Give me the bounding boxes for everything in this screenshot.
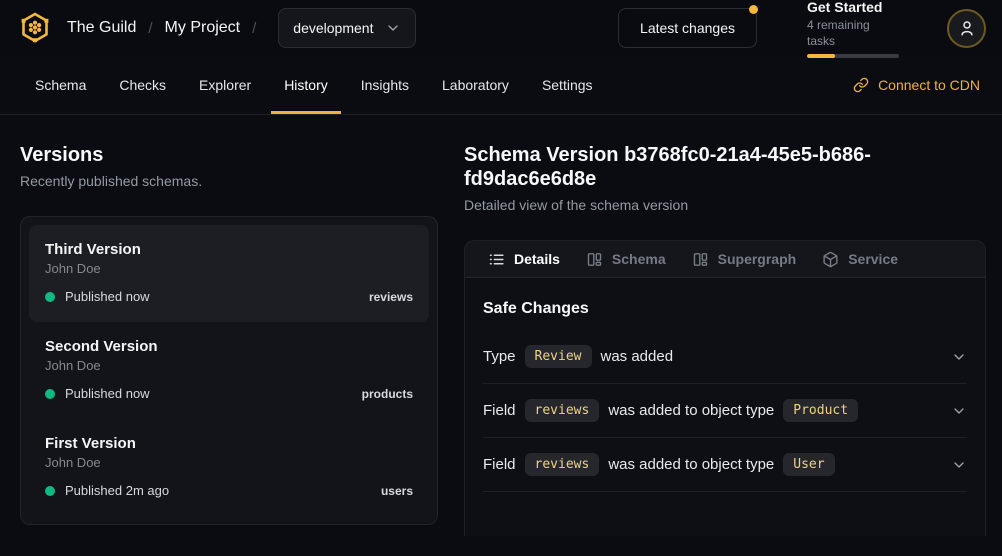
panels-icon — [692, 251, 709, 268]
version-author: John Doe — [45, 358, 413, 373]
safe-changes-heading: Safe Changes — [483, 300, 967, 318]
app-header: The Guild / My Project / development Lat… — [0, 0, 1002, 56]
published-status-text: Published now — [65, 386, 150, 401]
version-list-item[interactable]: Second Version John Doe Published now pr… — [29, 322, 429, 419]
version-author: John Doe — [45, 261, 413, 276]
versions-subtitle: Recently published schemas. — [20, 173, 438, 189]
latest-changes-button[interactable]: Latest changes — [618, 8, 757, 48]
chevron-down-icon — [385, 20, 401, 36]
target-selector-value: development — [293, 20, 373, 36]
change-text: was added — [601, 348, 674, 365]
tab-insights[interactable]: Insights — [348, 56, 422, 114]
breadcrumb-project[interactable]: My Project — [165, 19, 241, 37]
change-text: Type — [483, 348, 516, 365]
change-text: was added to object type — [608, 402, 774, 419]
service-tag: users — [381, 484, 413, 498]
chevron-down-icon[interactable] — [951, 457, 967, 473]
schema-version-subtitle: Detailed view of the schema version — [464, 197, 986, 213]
version-title: Third Version — [45, 241, 413, 258]
tab-settings[interactable]: Settings — [529, 56, 606, 114]
tab-schema[interactable]: Schema — [22, 56, 99, 114]
cube-icon — [822, 251, 839, 268]
notification-dot — [749, 5, 758, 14]
version-list-item[interactable]: First Version John Doe Published 2m ago … — [29, 419, 429, 516]
change-row[interactable]: Type Review was added — [483, 330, 967, 384]
chevron-down-icon[interactable] — [951, 403, 967, 419]
published-status-dot — [45, 389, 55, 399]
version-list-item[interactable]: Third Version John Doe Published now rev… — [29, 225, 429, 322]
list-icon — [488, 251, 505, 268]
detail-tab-supergraph[interactable]: Supergraph — [679, 241, 810, 277]
version-author: John Doe — [45, 455, 413, 470]
connect-to-cdn-link[interactable]: Connect to CDN — [853, 56, 980, 114]
detail-column: Schema Version b3768fc0-21a4-45e5-b686-f… — [464, 143, 986, 536]
get-started-widget[interactable]: Get Started 4 remaining tasks — [807, 0, 899, 58]
latest-changes-label: Latest changes — [640, 20, 735, 36]
change-code-badge: reviews — [525, 399, 600, 422]
change-text: Field — [483, 402, 516, 419]
detail-tab-label: Details — [514, 251, 560, 267]
project-nav: Schema Checks Explorer History Insights … — [0, 56, 1002, 115]
breadcrumb-separator: / — [252, 20, 256, 37]
target-selector-dropdown[interactable]: development — [278, 8, 416, 48]
get-started-title: Get Started — [807, 0, 899, 16]
get-started-subtitle: 4 remaining tasks — [807, 17, 899, 49]
user-avatar[interactable] — [947, 9, 986, 48]
service-tag: products — [362, 387, 413, 401]
tab-history[interactable]: History — [271, 56, 341, 114]
get-started-progress-fill — [807, 54, 835, 58]
versions-title: Versions — [20, 143, 438, 167]
change-text: Field — [483, 456, 516, 473]
version-meta: Published now products — [45, 386, 413, 401]
detail-body: Safe Changes Type Review was added Field… — [465, 278, 985, 492]
breadcrumb-separator: / — [148, 20, 152, 37]
published-status-text: Published 2m ago — [65, 483, 169, 498]
person-icon — [958, 19, 976, 37]
change-row[interactable]: Field reviews was added to object type P… — [483, 384, 967, 438]
tab-explorer[interactable]: Explorer — [186, 56, 264, 114]
detail-tab-details[interactable]: Details — [475, 241, 573, 277]
change-code-badge: reviews — [525, 453, 600, 476]
change-text: was added to object type — [608, 456, 774, 473]
version-meta: Published 2m ago users — [45, 483, 413, 498]
link-icon — [853, 77, 869, 93]
detail-tab-label: Service — [848, 251, 898, 267]
panels-icon — [586, 251, 603, 268]
connect-to-cdn-label: Connect to CDN — [878, 77, 980, 93]
main-content: Versions Recently published schemas. Thi… — [0, 115, 1002, 556]
versions-list: Third Version John Doe Published now rev… — [20, 216, 438, 525]
change-code-badge: User — [783, 453, 834, 476]
published-status-text: Published now — [65, 289, 150, 304]
detail-tab-schema[interactable]: Schema — [573, 241, 679, 277]
versions-column: Versions Recently published schemas. Thi… — [20, 143, 438, 536]
detail-tab-service[interactable]: Service — [809, 241, 911, 277]
published-status-dot — [45, 292, 55, 302]
detail-tabbar: Details Schema Super — [465, 241, 985, 278]
tab-laboratory[interactable]: Laboratory — [429, 56, 522, 114]
change-code-badge: Product — [783, 399, 858, 422]
version-title: First Version — [45, 435, 413, 452]
detail-tab-label: Schema — [612, 251, 666, 267]
published-status-dot — [45, 486, 55, 496]
breadcrumb-org[interactable]: The Guild — [67, 19, 136, 37]
change-row[interactable]: Field reviews was added to object type U… — [483, 438, 967, 492]
guild-logo-icon[interactable] — [16, 10, 53, 47]
version-title: Second Version — [45, 338, 413, 355]
schema-version-detail-card: Details Schema Super — [464, 240, 986, 536]
version-meta: Published now reviews — [45, 289, 413, 304]
service-tag: reviews — [369, 290, 413, 304]
tab-checks[interactable]: Checks — [106, 56, 179, 114]
chevron-down-icon[interactable] — [951, 349, 967, 365]
schema-version-title: Schema Version b3768fc0-21a4-45e5-b686-f… — [464, 143, 986, 191]
change-code-badge: Review — [525, 345, 592, 368]
detail-tab-label: Supergraph — [718, 251, 797, 267]
